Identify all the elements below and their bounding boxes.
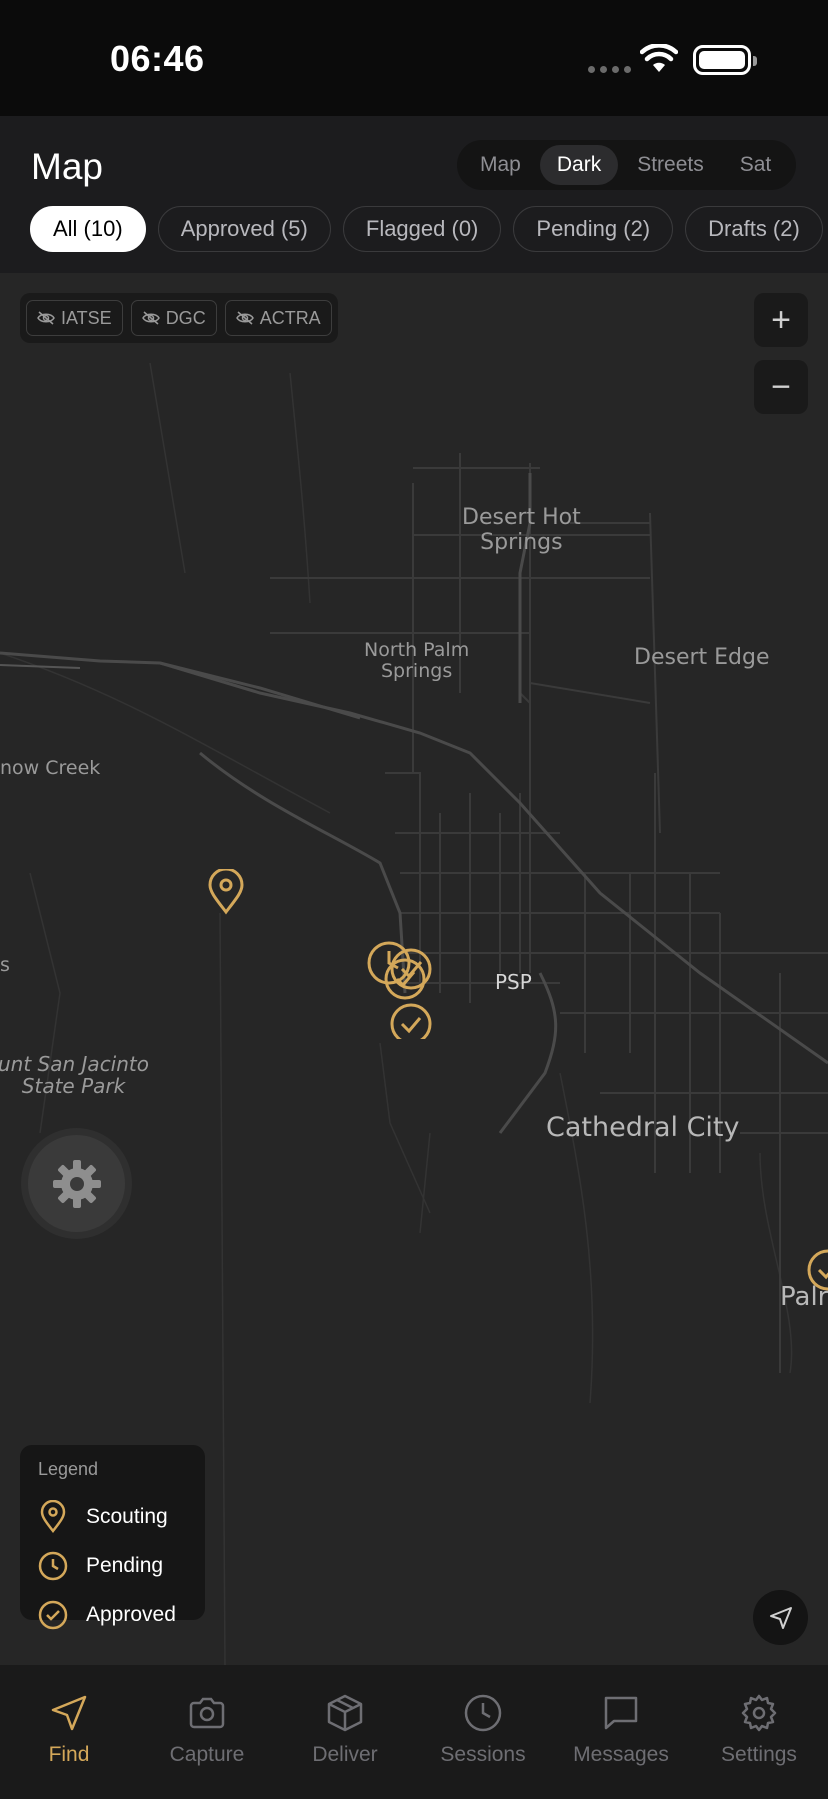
zoom-out-button[interactable]: − [754, 360, 808, 414]
cellular-icon [588, 66, 631, 73]
eye-off-icon [141, 311, 160, 325]
tab-find[interactable]: Find [0, 1665, 138, 1799]
layer-option-map[interactable]: Map [463, 145, 538, 185]
box-icon [327, 1694, 363, 1732]
map-header: Map Map Dark Streets Sat All (10) Approv… [0, 116, 828, 273]
marker-approved-palm[interactable] [806, 1248, 828, 1294]
legend-item-scouting: Scouting [38, 1492, 187, 1541]
layer-option-sat[interactable]: Sat [723, 145, 789, 185]
page-title: Map [31, 146, 103, 187]
tab-sessions[interactable]: Sessions [414, 1665, 552, 1799]
filter-approved[interactable]: Approved (5) [157, 206, 331, 252]
legend-label: Scouting [86, 1504, 168, 1528]
place-label-psp: PSP [495, 970, 532, 994]
map-view[interactable]: Desert Hot Springs North Palm Springs De… [0, 273, 828, 1665]
layer-option-dark[interactable]: Dark [539, 145, 619, 185]
place-label-north-palm-springs: North Palm Springs [364, 639, 470, 683]
filter-flagged[interactable]: Flagged (0) [342, 206, 502, 252]
navigation-icon [51, 1695, 87, 1731]
message-icon [604, 1696, 638, 1730]
legend-title: Legend [38, 1459, 99, 1479]
tab-label: Find [48, 1743, 90, 1766]
locate-me-button[interactable] [753, 1590, 808, 1645]
legend-label: Pending [86, 1553, 164, 1577]
layer-option-streets[interactable]: Streets [620, 145, 721, 185]
tab-label: Messages [573, 1743, 669, 1766]
navigation-icon [769, 1606, 792, 1629]
legend-item-pending: Pending [38, 1541, 187, 1590]
place-label-mount-san-jacinto: unt San Jacinto State Park [0, 1052, 149, 1099]
place-label-snow-creek: now Creek [0, 757, 101, 779]
filter-drafts[interactable]: Drafts (2) [685, 206, 823, 252]
clock-icon [464, 1694, 502, 1732]
status-bar: 06:46 [0, 0, 828, 116]
camera-icon [189, 1697, 225, 1729]
gear-icon [52, 1159, 101, 1208]
filter-pending[interactable]: Pending (2) [513, 206, 674, 252]
tab-label: Sessions [440, 1743, 526, 1766]
tab-settings[interactable]: Settings [690, 1665, 828, 1799]
clock-icon [38, 1551, 68, 1580]
map-settings-button[interactable] [28, 1135, 125, 1232]
check-circle-icon [38, 1600, 68, 1629]
marker-scouting[interactable] [206, 869, 246, 915]
gear-icon [741, 1694, 777, 1732]
filter-all[interactable]: All (10) [30, 206, 146, 252]
tab-capture[interactable]: Capture [138, 1665, 276, 1799]
union-toggle-actra[interactable]: ACTRA [224, 300, 332, 336]
tab-deliver[interactable]: Deliver [276, 1665, 414, 1799]
place-label-cathedral-city: Cathedral City [546, 1112, 740, 1143]
map-style-switcher: Map Dark Streets Sat [457, 140, 796, 190]
union-toggle-iatse[interactable]: IATSE [26, 300, 123, 336]
status-filters: All (10) Approved (5) Flagged (0) Pendin… [30, 206, 823, 252]
union-label: ACTRA [259, 307, 321, 328]
place-label-desert-hot-springs: Desert Hot Springs [462, 505, 581, 555]
map-legend: Legend Scouting Pending Approved [20, 1445, 205, 1629]
tab-bar: Find Capture Deliver Sessions Messages S… [0, 1665, 828, 1799]
legend-label: Approved [86, 1602, 176, 1626]
zoom-in-button[interactable]: + [754, 293, 808, 347]
union-filter-bar: IATSE DGC ACTRA [20, 293, 338, 343]
battery-icon [693, 45, 757, 75]
wifi-icon [640, 44, 678, 72]
tab-label: Deliver [312, 1743, 378, 1766]
status-time: 06:46 [110, 38, 205, 79]
place-label-desert-edge: Desert Edge [634, 645, 770, 670]
legend-item-approved: Approved [38, 1590, 187, 1639]
place-label-edge-s: s [0, 954, 10, 976]
union-label: DGC [165, 307, 206, 328]
eye-off-icon [235, 311, 254, 325]
tab-label: Settings [721, 1743, 797, 1766]
union-label: IATSE [61, 307, 112, 328]
tab-label: Capture [169, 1743, 245, 1766]
pin-icon [40, 1499, 66, 1533]
union-toggle-dgc[interactable]: DGC [130, 300, 217, 336]
eye-off-icon [37, 311, 55, 325]
marker-cluster-palm-springs[interactable] [365, 939, 445, 1039]
tab-messages[interactable]: Messages [552, 1665, 690, 1799]
